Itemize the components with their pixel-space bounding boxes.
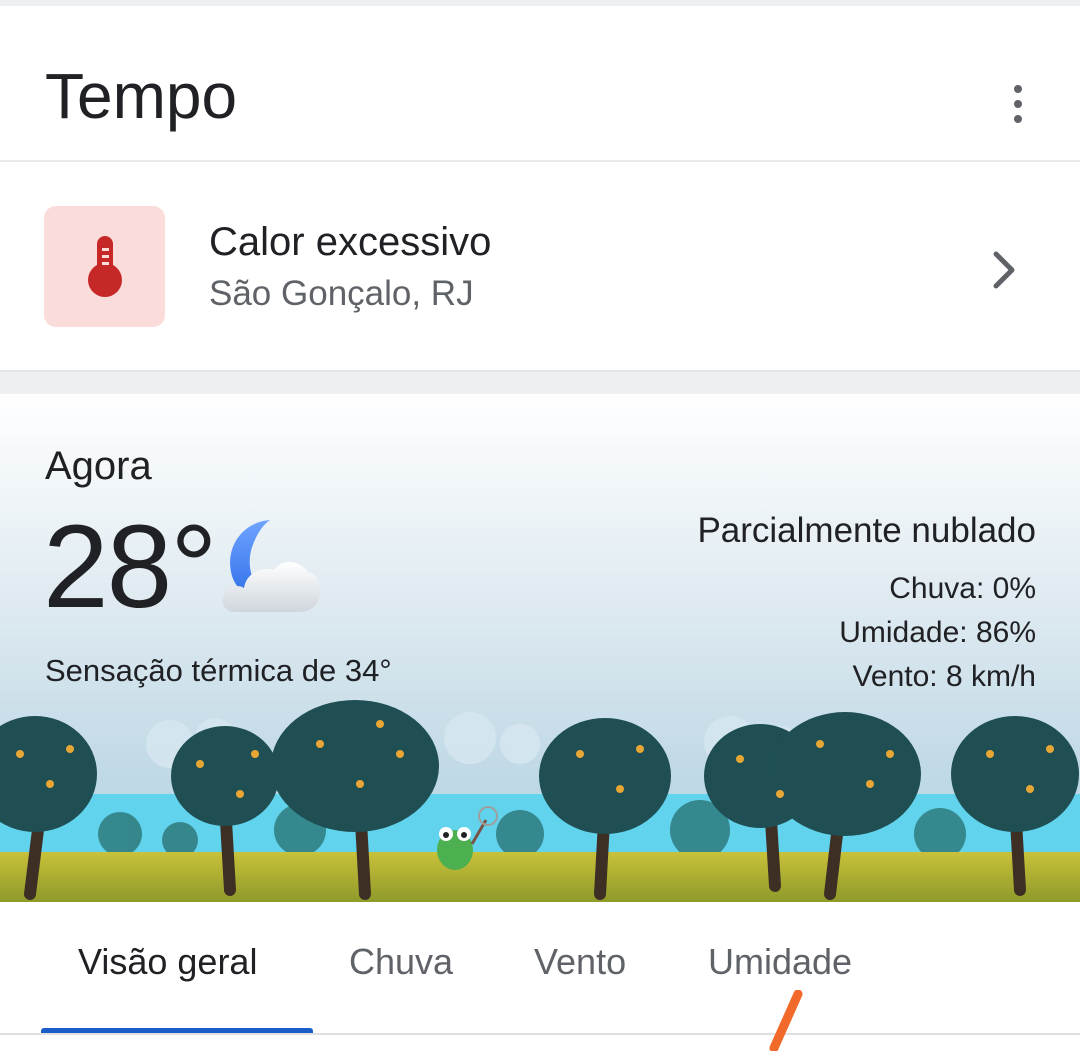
- partly-cloudy-night-icon: [222, 520, 321, 612]
- wind-value: Vento: 8 km/h: [852, 660, 1036, 693]
- touch-pointer-mark: [769, 990, 803, 1051]
- weather-alert-card[interactable]: Calor excessivo São Gonçalo, RJ: [0, 162, 1080, 370]
- rain-chance: Chuva: 0%: [889, 572, 1036, 605]
- tab-humidity[interactable]: Umidade: [708, 940, 852, 984]
- alert-icon-tile: [44, 206, 165, 327]
- more-options-button[interactable]: [990, 76, 1046, 132]
- condition-text: Parcialmente nublado: [697, 511, 1036, 550]
- tab-bar: Visão geral Chuva Vento Umidade: [0, 902, 1080, 1051]
- tab-rain[interactable]: Chuva: [349, 940, 453, 984]
- thermometer-icon: [88, 236, 122, 297]
- tab-overview[interactable]: Visão geral: [78, 940, 257, 984]
- app-header: Tempo: [0, 6, 1080, 160]
- now-label: Agora: [45, 444, 152, 488]
- tabs-divider: [0, 1033, 1080, 1035]
- alert-title: Calor excessivo: [209, 220, 492, 264]
- page-title: Tempo: [45, 60, 238, 132]
- tab-wind[interactable]: Vento: [534, 940, 626, 984]
- section-separator: [0, 370, 1080, 394]
- feels-like-text: Sensação térmica de 34°: [45, 653, 392, 688]
- orchard-illustration: [0, 700, 1080, 902]
- alert-location: São Gonçalo, RJ: [209, 274, 474, 313]
- current-weather-card: Agora 28° Sensação térmica de 34° Parcia…: [0, 394, 1080, 902]
- chevron-right-icon[interactable]: [980, 246, 1028, 294]
- current-temperature: 28°: [43, 501, 217, 633]
- more-vert-icon: [1014, 85, 1022, 93]
- humidity-value: Umidade: 86%: [839, 616, 1036, 649]
